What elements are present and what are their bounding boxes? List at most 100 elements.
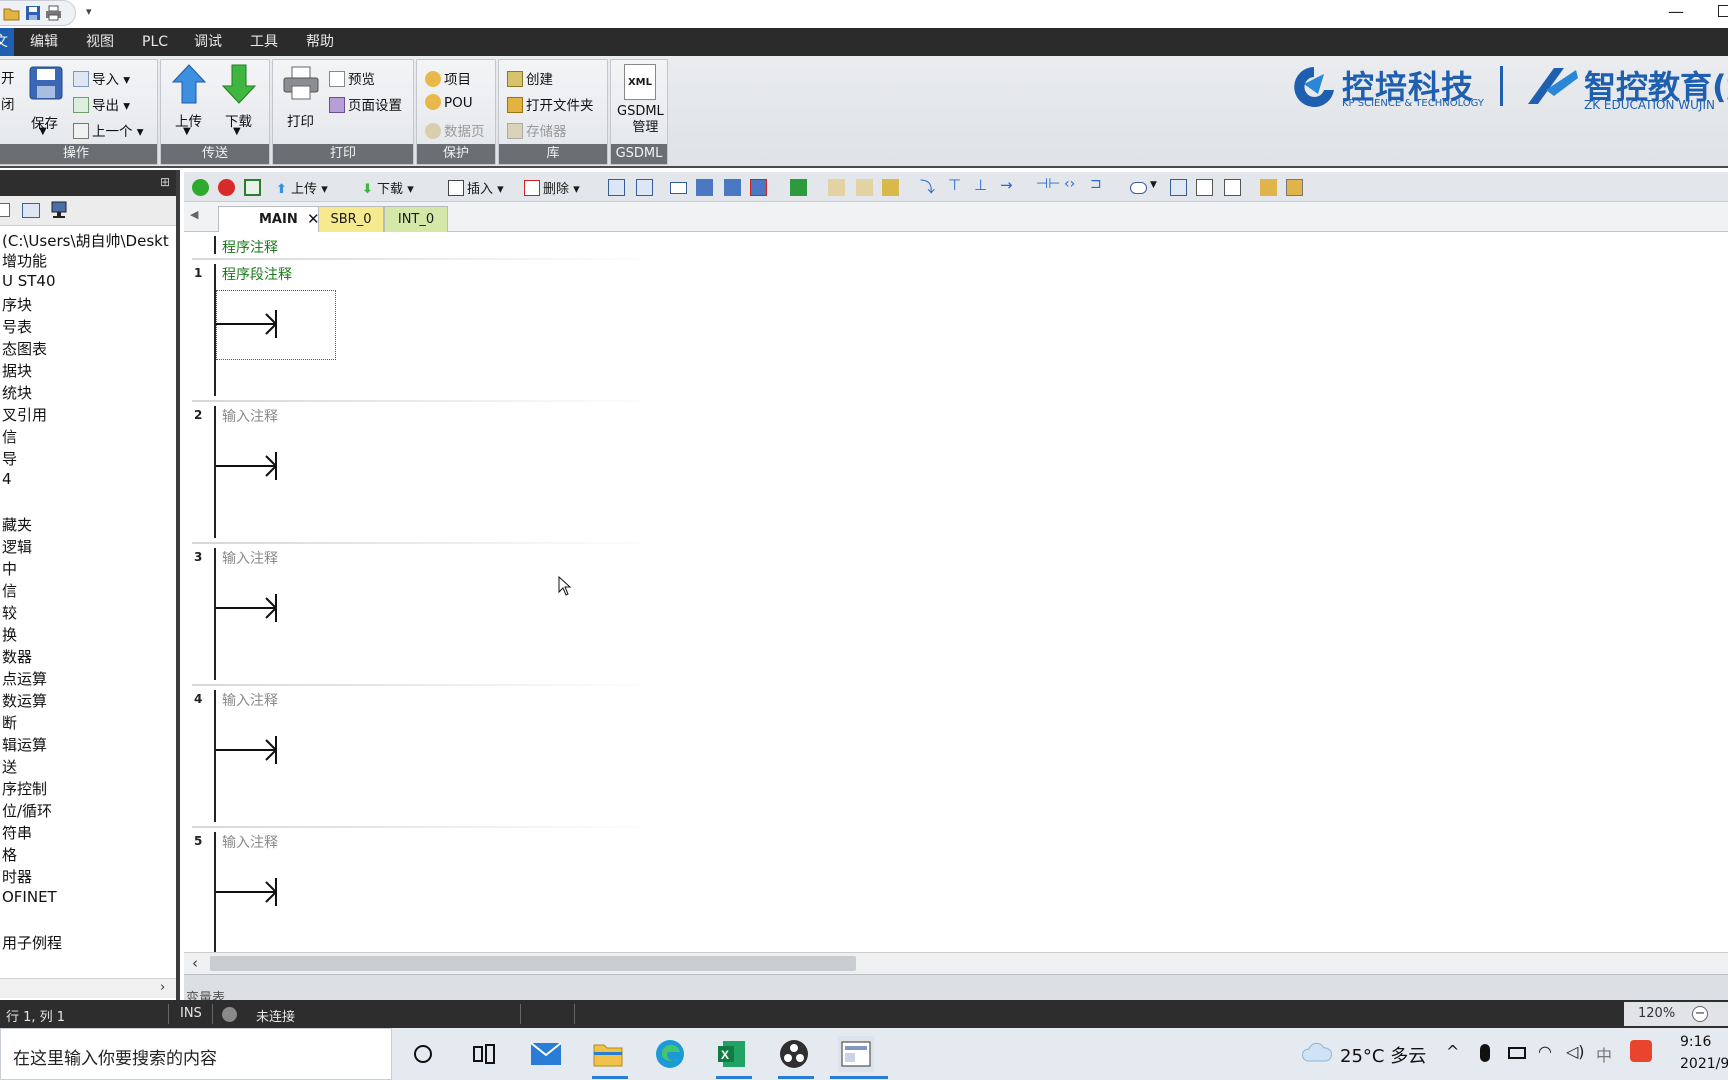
previous-button[interactable]: 上一个 ▾	[73, 120, 144, 140]
edge-icon[interactable]	[652, 1036, 688, 1072]
tree-item[interactable]: 序块	[2, 294, 32, 315]
tree-item[interactable]: 数运算	[2, 690, 47, 711]
up-line-icon[interactable]: ⊥	[974, 176, 991, 194]
tree-item[interactable]: 信	[2, 426, 17, 447]
zoom-control[interactable]: 120% −	[1624, 1002, 1728, 1026]
insert-button[interactable]: 插入 ▾	[448, 178, 504, 197]
tree-item[interactable]: 信	[2, 580, 17, 601]
protect-data-page-button[interactable]: 数据页	[425, 120, 485, 140]
pin-icon[interactable]: ⊞	[160, 175, 170, 189]
right-line-icon[interactable]: →	[1000, 176, 1017, 194]
task-view-icon[interactable]	[466, 1036, 502, 1072]
tree-item[interactable]: 位/循环	[2, 800, 52, 821]
network-1[interactable]: 1 程序段注释	[184, 260, 484, 400]
tree-item[interactable]: 时器	[2, 866, 32, 887]
key-edit-icon[interactable]	[1260, 179, 1277, 196]
upload-arrow-icon[interactable]	[171, 64, 207, 108]
library-memory-button[interactable]: 存储器	[507, 120, 567, 140]
network-4[interactable]: 4 输入注释	[184, 686, 484, 826]
symbol-info-icon[interactable]	[1224, 179, 1241, 196]
editor-hscrollbar[interactable]: ‹	[184, 952, 1728, 974]
tree-item[interactable]: 藏夹	[2, 514, 32, 535]
run-icon[interactable]	[192, 179, 209, 196]
tree-item[interactable]: 辑运算	[2, 734, 47, 755]
excel-icon[interactable]: X	[714, 1036, 750, 1072]
obs-icon[interactable]	[776, 1036, 812, 1072]
tree-item[interactable]: 换	[2, 624, 17, 645]
tab-main[interactable]: MAIN ✕	[218, 206, 330, 232]
open-folder-icon[interactable]	[3, 5, 20, 22]
weather-cloud-icon[interactable]	[1302, 1041, 1332, 1067]
download-dropdown-icon[interactable]: ▼	[233, 126, 241, 137]
ime-indicator[interactable]: 中	[1596, 1042, 1612, 1066]
plc-app-icon[interactable]	[838, 1036, 874, 1072]
page-setup-button[interactable]: 页面设置	[329, 94, 402, 114]
preview-button[interactable]: 预览	[329, 68, 375, 88]
menu-view[interactable]: 视图	[86, 28, 114, 56]
open-button[interactable]: 开	[1, 67, 15, 87]
save-dropdown-icon[interactable]: ▼	[39, 126, 47, 137]
tree-item[interactable]: 4	[2, 470, 12, 488]
xml-icon[interactable]: XML	[624, 64, 656, 100]
stop-icon[interactable]	[218, 179, 235, 196]
clear-bookmark-icon[interactable]	[750, 179, 767, 196]
tree-view-icon[interactable]	[0, 203, 10, 217]
tree-item[interactable]: 中	[2, 558, 17, 579]
qat-customize-icon[interactable]: ▾	[86, 5, 92, 18]
save-large-icon[interactable]	[29, 66, 63, 104]
gsdml-manage-button[interactable]: GSDML 管理	[617, 104, 664, 136]
editor-upload-button[interactable]: ⬆ 上传 ▾	[276, 178, 328, 197]
tree-item[interactable]: 送	[2, 756, 17, 777]
symbol-table-icon[interactable]	[1170, 179, 1187, 196]
tree-item[interactable]: 序控制	[2, 778, 47, 799]
lock-all-icon[interactable]	[882, 179, 899, 196]
printer-large-icon[interactable]	[283, 66, 319, 104]
list-view-icon[interactable]	[22, 203, 40, 218]
tab-int0[interactable]: INT_0	[384, 206, 448, 232]
library-create-button[interactable]: 创建	[507, 68, 553, 88]
tree-item[interactable]: U ST40	[2, 272, 56, 290]
network-comment[interactable]: 输入注释	[222, 406, 278, 426]
minimize-icon[interactable]: —	[1668, 2, 1684, 21]
comment-toggle-icon[interactable]	[1130, 182, 1147, 194]
network-view-icon[interactable]	[50, 201, 68, 223]
tree-item[interactable]: 号表	[2, 316, 32, 337]
file-explorer-icon[interactable]	[590, 1036, 626, 1072]
program-comment[interactable]: 程序注释	[222, 237, 278, 257]
tab-scroll-left-icon[interactable]: ◀	[190, 208, 198, 221]
clock-date[interactable]: 2021/9	[1680, 1056, 1728, 1072]
next-bookmark-icon[interactable]	[724, 179, 741, 196]
tree-item[interactable]: 导	[2, 448, 17, 469]
network-comment[interactable]: 程序段注释	[222, 264, 292, 284]
scroll-left-icon[interactable]: ‹	[192, 954, 198, 972]
tree-item[interactable]: 据块	[2, 360, 32, 381]
tree-item[interactable]: 点运算	[2, 668, 47, 689]
goto-icon[interactable]	[790, 179, 807, 196]
menu-plc[interactable]: PLC	[142, 28, 168, 56]
tray-overflow-icon[interactable]: ^	[1446, 1042, 1459, 1061]
tree-item[interactable]: 较	[2, 602, 17, 623]
battery-icon[interactable]	[1508, 1047, 1526, 1059]
unlock-icon[interactable]	[856, 179, 873, 196]
tree-item[interactable]: 符串	[2, 822, 32, 843]
tree-item-project[interactable]: (C:\Users\胡自帅\Deskt	[2, 230, 169, 251]
tree-item[interactable]: 断	[2, 712, 17, 733]
network-comment[interactable]: 输入注释	[222, 548, 278, 568]
compile-icon[interactable]	[244, 179, 261, 196]
tab-sbr0[interactable]: SBR_0	[318, 206, 384, 232]
tree-item[interactable]: 态图表	[2, 338, 47, 359]
print-icon[interactable]	[45, 5, 62, 22]
wifi-icon[interactable]: ◠	[1538, 1042, 1552, 1061]
save-icon[interactable]	[24, 5, 41, 22]
sogou-ime-icon[interactable]	[1630, 1040, 1652, 1062]
delete-button[interactable]: 删除 ▾	[524, 178, 580, 197]
prev-bookmark-icon[interactable]	[696, 179, 713, 196]
download-arrow-icon[interactable]	[221, 64, 257, 108]
bookmark-icon[interactable]	[670, 182, 687, 194]
maximize-icon[interactable]	[1718, 5, 1728, 17]
menu-debug[interactable]: 调试	[194, 28, 222, 56]
taskbar-search[interactable]: 在这里输入你要搜索的内容	[0, 1028, 392, 1080]
down-line-icon[interactable]: ⊤	[948, 176, 965, 194]
project-tree-hscrollbar[interactable]: ›	[0, 978, 176, 998]
scroll-right-icon[interactable]: ›	[160, 980, 165, 995]
